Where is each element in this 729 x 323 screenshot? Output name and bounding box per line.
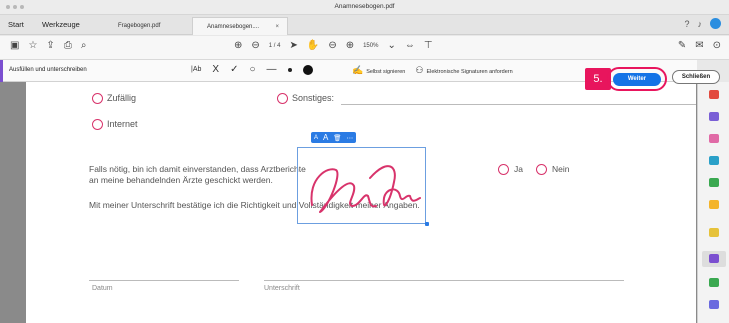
bell-icon[interactable]: ♪ <box>698 19 703 29</box>
radio-other[interactable] <box>277 93 288 104</box>
signature-box[interactable] <box>297 147 426 224</box>
fill-sign-title: Ausfüllen und unterschreiben <box>9 67 87 73</box>
right-tools-sidebar <box>697 82 729 323</box>
tab-anamnesebogen[interactable]: Anamnesebogen.... × <box>192 17 288 35</box>
save-icon[interactable]: ▣ <box>10 40 19 51</box>
circle-icon[interactable]: ○ <box>249 64 255 75</box>
star-icon[interactable]: ☆ <box>28 40 37 51</box>
title-bar: Anamnesebogen.pdf <box>0 0 729 15</box>
label-random: Zufällig <box>107 93 137 103</box>
tab-label: Anamnesebogen.... <box>207 24 260 30</box>
check-icon[interactable]: ✓ <box>230 64 238 75</box>
share-icon[interactable]: ⊙ <box>713 40 721 51</box>
hand-icon[interactable]: ✋ <box>307 40 319 51</box>
signature-toolbar: A A 🗑 ⋯ <box>311 132 356 143</box>
window-title: Anamnesebogen.pdf <box>334 3 395 10</box>
date-label: Datum <box>92 285 113 292</box>
trash-icon[interactable]: 🗑 <box>333 134 341 142</box>
upload-icon[interactable]: ⇪ <box>46 40 54 51</box>
stamp-icon[interactable] <box>709 228 719 237</box>
consent-line-2: an meine behandelnden Ärzte geschickt we… <box>89 175 273 185</box>
self-sign-button[interactable]: ✍ Selbst signieren <box>352 65 405 76</box>
weiter-button[interactable]: Weiter <box>613 73 661 86</box>
print-production-icon[interactable] <box>709 278 719 287</box>
weiter-highlight: Weiter <box>607 67 667 91</box>
cross-icon[interactable]: X <box>212 64 219 75</box>
label-no: Nein <box>552 164 570 174</box>
menu-start[interactable]: Start <box>8 20 24 29</box>
consent-line-1: Falls nötig, bin ich damit einverstanden… <box>89 164 306 174</box>
add-text-tool[interactable]: |Ab <box>191 66 201 73</box>
comment-tool-icon[interactable] <box>709 200 719 209</box>
zoom-in-icon[interactable]: ⊕ <box>346 40 354 51</box>
main-toolbar: ▣ ☆ ⇪ ⎙ ⌕ ⊕ ⊖ 1 / 4 ➤ ✋ ⊖ ⊕ 150% ⌄ ⇔ ⊤ ✎… <box>0 36 729 60</box>
account-icons: ? ♪ <box>684 18 721 29</box>
radio-no[interactable] <box>536 164 547 175</box>
create-pdf-icon[interactable] <box>709 156 719 165</box>
radio-yes[interactable] <box>498 164 509 175</box>
dot-small-icon[interactable] <box>287 67 292 72</box>
label-yes: Ja <box>514 164 523 174</box>
dot-big-icon[interactable] <box>302 64 313 75</box>
acrobat-window: Anamnesebogen.pdf Start Werkzeuge Frageb… <box>0 0 729 323</box>
label-internet: Internet <box>107 119 138 129</box>
tab-label: Fragebogen.pdf <box>118 23 161 29</box>
resize-handle[interactable] <box>425 222 429 226</box>
search-icon[interactable]: ⌕ <box>81 40 87 51</box>
tab-fragebogen[interactable]: Fragebogen.pdf <box>104 17 192 35</box>
organize-icon[interactable] <box>709 134 719 143</box>
text-small-icon[interactable]: A <box>314 135 318 141</box>
line-icon[interactable]: — <box>267 64 277 75</box>
radio-internet[interactable] <box>92 119 103 130</box>
people-icon: ⚇ <box>415 65 424 75</box>
signature-label: Unterschrift <box>264 285 300 292</box>
scan-icon[interactable] <box>709 178 719 187</box>
export-pdf-icon[interactable] <box>709 90 719 99</box>
zoom-out-icon[interactable]: ⊖ <box>328 40 336 51</box>
request-signature-button[interactable]: ⚇ Elektronische Signaturen anfordern <box>415 65 512 76</box>
help-icon[interactable]: ? <box>684 19 689 29</box>
page-indicator[interactable]: 1 / 4 <box>269 43 281 49</box>
more-icon[interactable]: ⋯ <box>347 134 354 142</box>
sign-icon[interactable]: ✎ <box>678 40 686 51</box>
page-down-icon[interactable]: ⊖ <box>251 40 259 51</box>
fit-page-icon[interactable]: ⇔ <box>405 40 415 51</box>
zoom-select[interactable]: 150% <box>363 43 378 49</box>
accent-bar <box>0 60 3 82</box>
label-other: Sonstiges: <box>292 93 335 103</box>
print-icon[interactable]: ⎙ <box>64 40 72 51</box>
text-large-icon[interactable]: A <box>323 133 328 142</box>
edit-pdf-icon[interactable] <box>709 112 719 121</box>
close-button[interactable]: Schließen <box>672 70 720 84</box>
close-tab-icon[interactable]: × <box>275 24 279 30</box>
signature-line[interactable] <box>264 280 624 281</box>
mail-icon[interactable]: ✉ <box>695 40 703 51</box>
page-up-icon[interactable]: ⊕ <box>234 40 242 51</box>
tab-row: Start Werkzeuge Fragebogen.pdf Anamneseb… <box>0 15 729 35</box>
date-line[interactable] <box>89 280 239 281</box>
fill-sign-icon[interactable] <box>709 254 719 263</box>
cursor-icon[interactable]: ➤ <box>289 40 297 51</box>
chevron-down-icon[interactable]: ⌄ <box>387 40 395 51</box>
signature-drawing <box>310 165 421 213</box>
pen-icon: ✍ <box>352 65 364 75</box>
menu-tools[interactable]: Werkzeuge <box>42 20 80 29</box>
protect-icon[interactable] <box>709 300 719 309</box>
other-input-line[interactable] <box>341 104 696 105</box>
radio-random[interactable] <box>92 93 103 104</box>
avatar[interactable] <box>710 18 721 29</box>
comment-icon[interactable]: ⊤ <box>424 40 433 51</box>
